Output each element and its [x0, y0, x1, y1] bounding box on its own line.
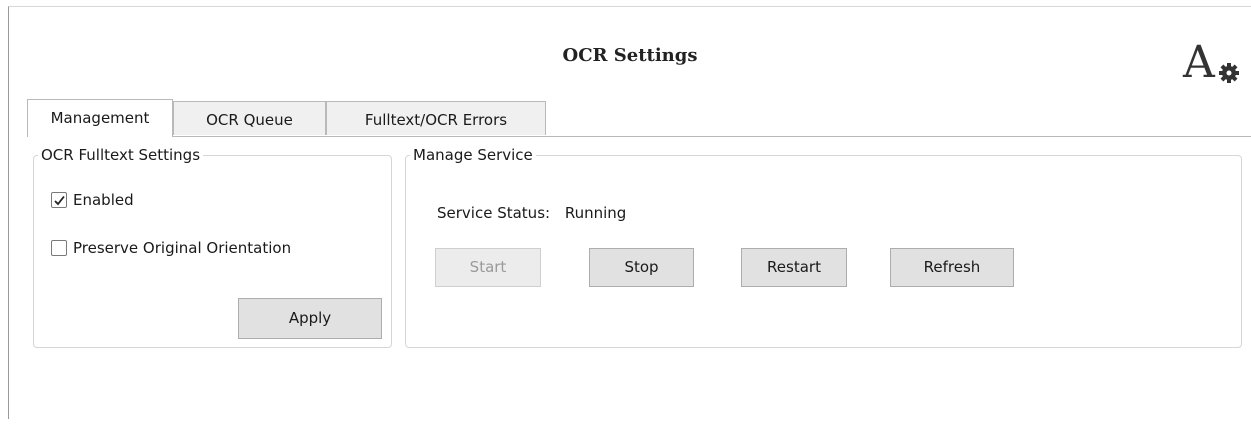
service-status: Service Status: Running	[437, 204, 626, 222]
svg-text:A: A	[1182, 37, 1216, 88]
refresh-button[interactable]: Refresh	[890, 248, 1014, 287]
preserve-orientation-option[interactable]: Preserve Original Orientation	[51, 239, 291, 257]
preserve-orientation-checkbox[interactable]	[51, 240, 67, 256]
apply-button[interactable]: Apply	[238, 298, 382, 339]
ocr-settings-window: OCR Settings A Management OCR Queue Full…	[8, 6, 1251, 419]
tab-ocr-queue[interactable]: OCR Queue	[173, 101, 326, 135]
service-status-value: Running	[564, 204, 627, 222]
tab-management[interactable]: Management	[27, 99, 173, 137]
enabled-checkbox[interactable]	[51, 192, 67, 208]
preserve-orientation-label: Preserve Original Orientation	[73, 239, 292, 257]
service-status-label: Service Status:	[437, 204, 551, 222]
window-title: OCR Settings	[562, 45, 698, 66]
ocr-fulltext-settings-title: OCR Fulltext Settings	[38, 145, 204, 165]
stop-button[interactable]: Stop	[589, 248, 694, 287]
manage-service-title: Manage Service	[410, 145, 536, 165]
tab-fulltext-ocr-errors[interactable]: Fulltext/OCR Errors	[326, 101, 546, 135]
manage-service-group: Manage Service Service Status: Running S…	[405, 145, 1242, 348]
check-icon	[54, 195, 65, 206]
start-button[interactable]: Start	[435, 248, 541, 287]
enabled-option[interactable]: Enabled	[51, 191, 134, 209]
font-settings-icon: A	[1179, 37, 1247, 89]
management-tab-panel: OCR Fulltext Settings Enabled Preserve O…	[27, 136, 1251, 426]
restart-button[interactable]: Restart	[741, 248, 847, 287]
ocr-fulltext-settings-group: OCR Fulltext Settings Enabled Preserve O…	[33, 145, 392, 348]
enabled-label: Enabled	[73, 191, 134, 209]
